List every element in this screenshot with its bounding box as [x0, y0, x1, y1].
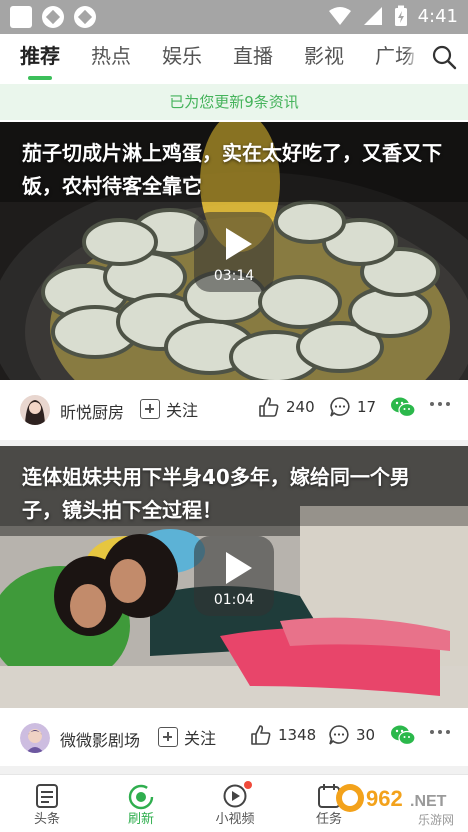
bottom-tab-label: 头条: [33, 812, 60, 827]
follow-button[interactable]: 关注: [158, 725, 216, 749]
like-button[interactable]: 1348: [250, 724, 316, 746]
svg-text:乐游网: 乐游网: [418, 813, 454, 827]
video-duration: 03:14: [213, 268, 255, 284]
wechat-icon: [391, 397, 416, 418]
comment-button[interactable]: 17: [329, 396, 376, 418]
bottom-tab-label: 小视频: [215, 812, 255, 827]
video-duration: 01:04: [213, 592, 255, 608]
play-icon: [226, 552, 252, 584]
tab-entertainment[interactable]: 娱乐: [162, 34, 202, 80]
app-notification-icon-2: [74, 6, 96, 28]
app-notification-icon: [42, 6, 64, 28]
wifi-icon: [328, 7, 351, 25]
top-nav: 推荐 热点 娱乐 直播 影视 广场: [0, 34, 468, 80]
bottom-tab-label: 刷新: [127, 812, 154, 827]
follow-label: 关注: [184, 729, 217, 748]
author-avatar[interactable]: [20, 395, 50, 425]
author-name[interactable]: 微微影剧场: [60, 727, 140, 751]
tab-hot[interactable]: 热点: [91, 34, 131, 80]
comment-icon: [329, 725, 349, 745]
news-icon: [36, 784, 58, 808]
thumbs-up-icon: [259, 397, 279, 417]
bottom-tab-refresh[interactable]: 刷新: [94, 775, 188, 832]
tab-movies[interactable]: 影视: [304, 34, 344, 80]
notification-icon: [10, 6, 32, 28]
more-options-button[interactable]: [430, 402, 450, 406]
feed-card[interactable]: 茄子切成片淋上鸡蛋，实在太好吃了，又香又下饭，农村待客全靠它 03:14 昕悦厨…: [0, 122, 468, 440]
status-time: 4:41: [417, 5, 458, 27]
like-count: 240: [286, 398, 315, 416]
feed-card[interactable]: 连体姐妹共用下半身40多年，嫁给同一个男子，镜头拍下全过程！ 01:04 微微影…: [0, 446, 468, 768]
plus-icon: [158, 727, 178, 747]
bottom-tab-news[interactable]: 头条: [0, 775, 94, 832]
tab-live[interactable]: 直播: [233, 34, 273, 80]
signal-icon: [363, 7, 382, 25]
svg-text:962: 962: [366, 786, 403, 811]
like-button[interactable]: 240: [258, 396, 315, 418]
feed-divider: [0, 766, 468, 774]
play-button[interactable]: 01:04: [194, 536, 274, 616]
update-banner: 已为您更新9条资讯: [0, 84, 468, 120]
comment-button[interactable]: 30: [328, 724, 375, 746]
like-count: 1348: [278, 726, 317, 744]
thumbs-up-icon: [251, 725, 271, 745]
follow-label: 关注: [166, 401, 199, 420]
comment-count: 30: [356, 726, 376, 744]
comment-icon: [330, 397, 350, 417]
video-title: 连体姐妹共用下半身40多年，嫁给同一个男子，镜头拍下全过程！: [22, 465, 410, 522]
notification-badge: [244, 781, 252, 789]
author-avatar[interactable]: [20, 723, 50, 753]
battery-icon: [394, 5, 407, 26]
plus-icon: [140, 399, 160, 419]
svg-text:.NET: .NET: [410, 793, 447, 810]
wechat-icon: [391, 725, 416, 746]
channel-tabs: 推荐 热点 娱乐 直播 影视 广场: [20, 34, 415, 80]
bottom-tab-short-video[interactable]: 小视频: [188, 775, 282, 832]
play-icon: [226, 228, 252, 260]
play-button[interactable]: 03:14: [194, 212, 274, 292]
comment-count: 17: [357, 398, 377, 416]
tab-square[interactable]: 广场: [375, 34, 415, 80]
status-bar: 4:41: [0, 0, 468, 34]
video-thumbnail[interactable]: 连体姐妹共用下半身40多年，嫁给同一个男子，镜头拍下全过程！ 01:04: [0, 446, 468, 708]
search-icon: [432, 45, 457, 70]
follow-button[interactable]: 关注: [140, 397, 198, 421]
refresh-icon: [128, 784, 154, 810]
site-watermark-logo: 962 .NET 乐游网: [336, 784, 454, 827]
author-name[interactable]: 昕悦厨房: [60, 399, 124, 423]
wechat-share-button[interactable]: [390, 724, 416, 746]
card-meta: 昕悦厨房 关注 240 17: [0, 380, 468, 440]
more-options-button[interactable]: [430, 730, 450, 734]
search-button[interactable]: [420, 34, 468, 80]
video-thumbnail[interactable]: 茄子切成片淋上鸡蛋，实在太好吃了，又香又下饭，农村待客全靠它 03:14: [0, 122, 468, 380]
wechat-share-button[interactable]: [390, 396, 416, 418]
tab-recommend[interactable]: 推荐: [20, 34, 60, 80]
card-meta: 微微影剧场 关注 1348 30: [0, 708, 468, 768]
video-title: 茄子切成片淋上鸡蛋，实在太好吃了，又香又下饭，农村待客全靠它: [22, 141, 442, 198]
